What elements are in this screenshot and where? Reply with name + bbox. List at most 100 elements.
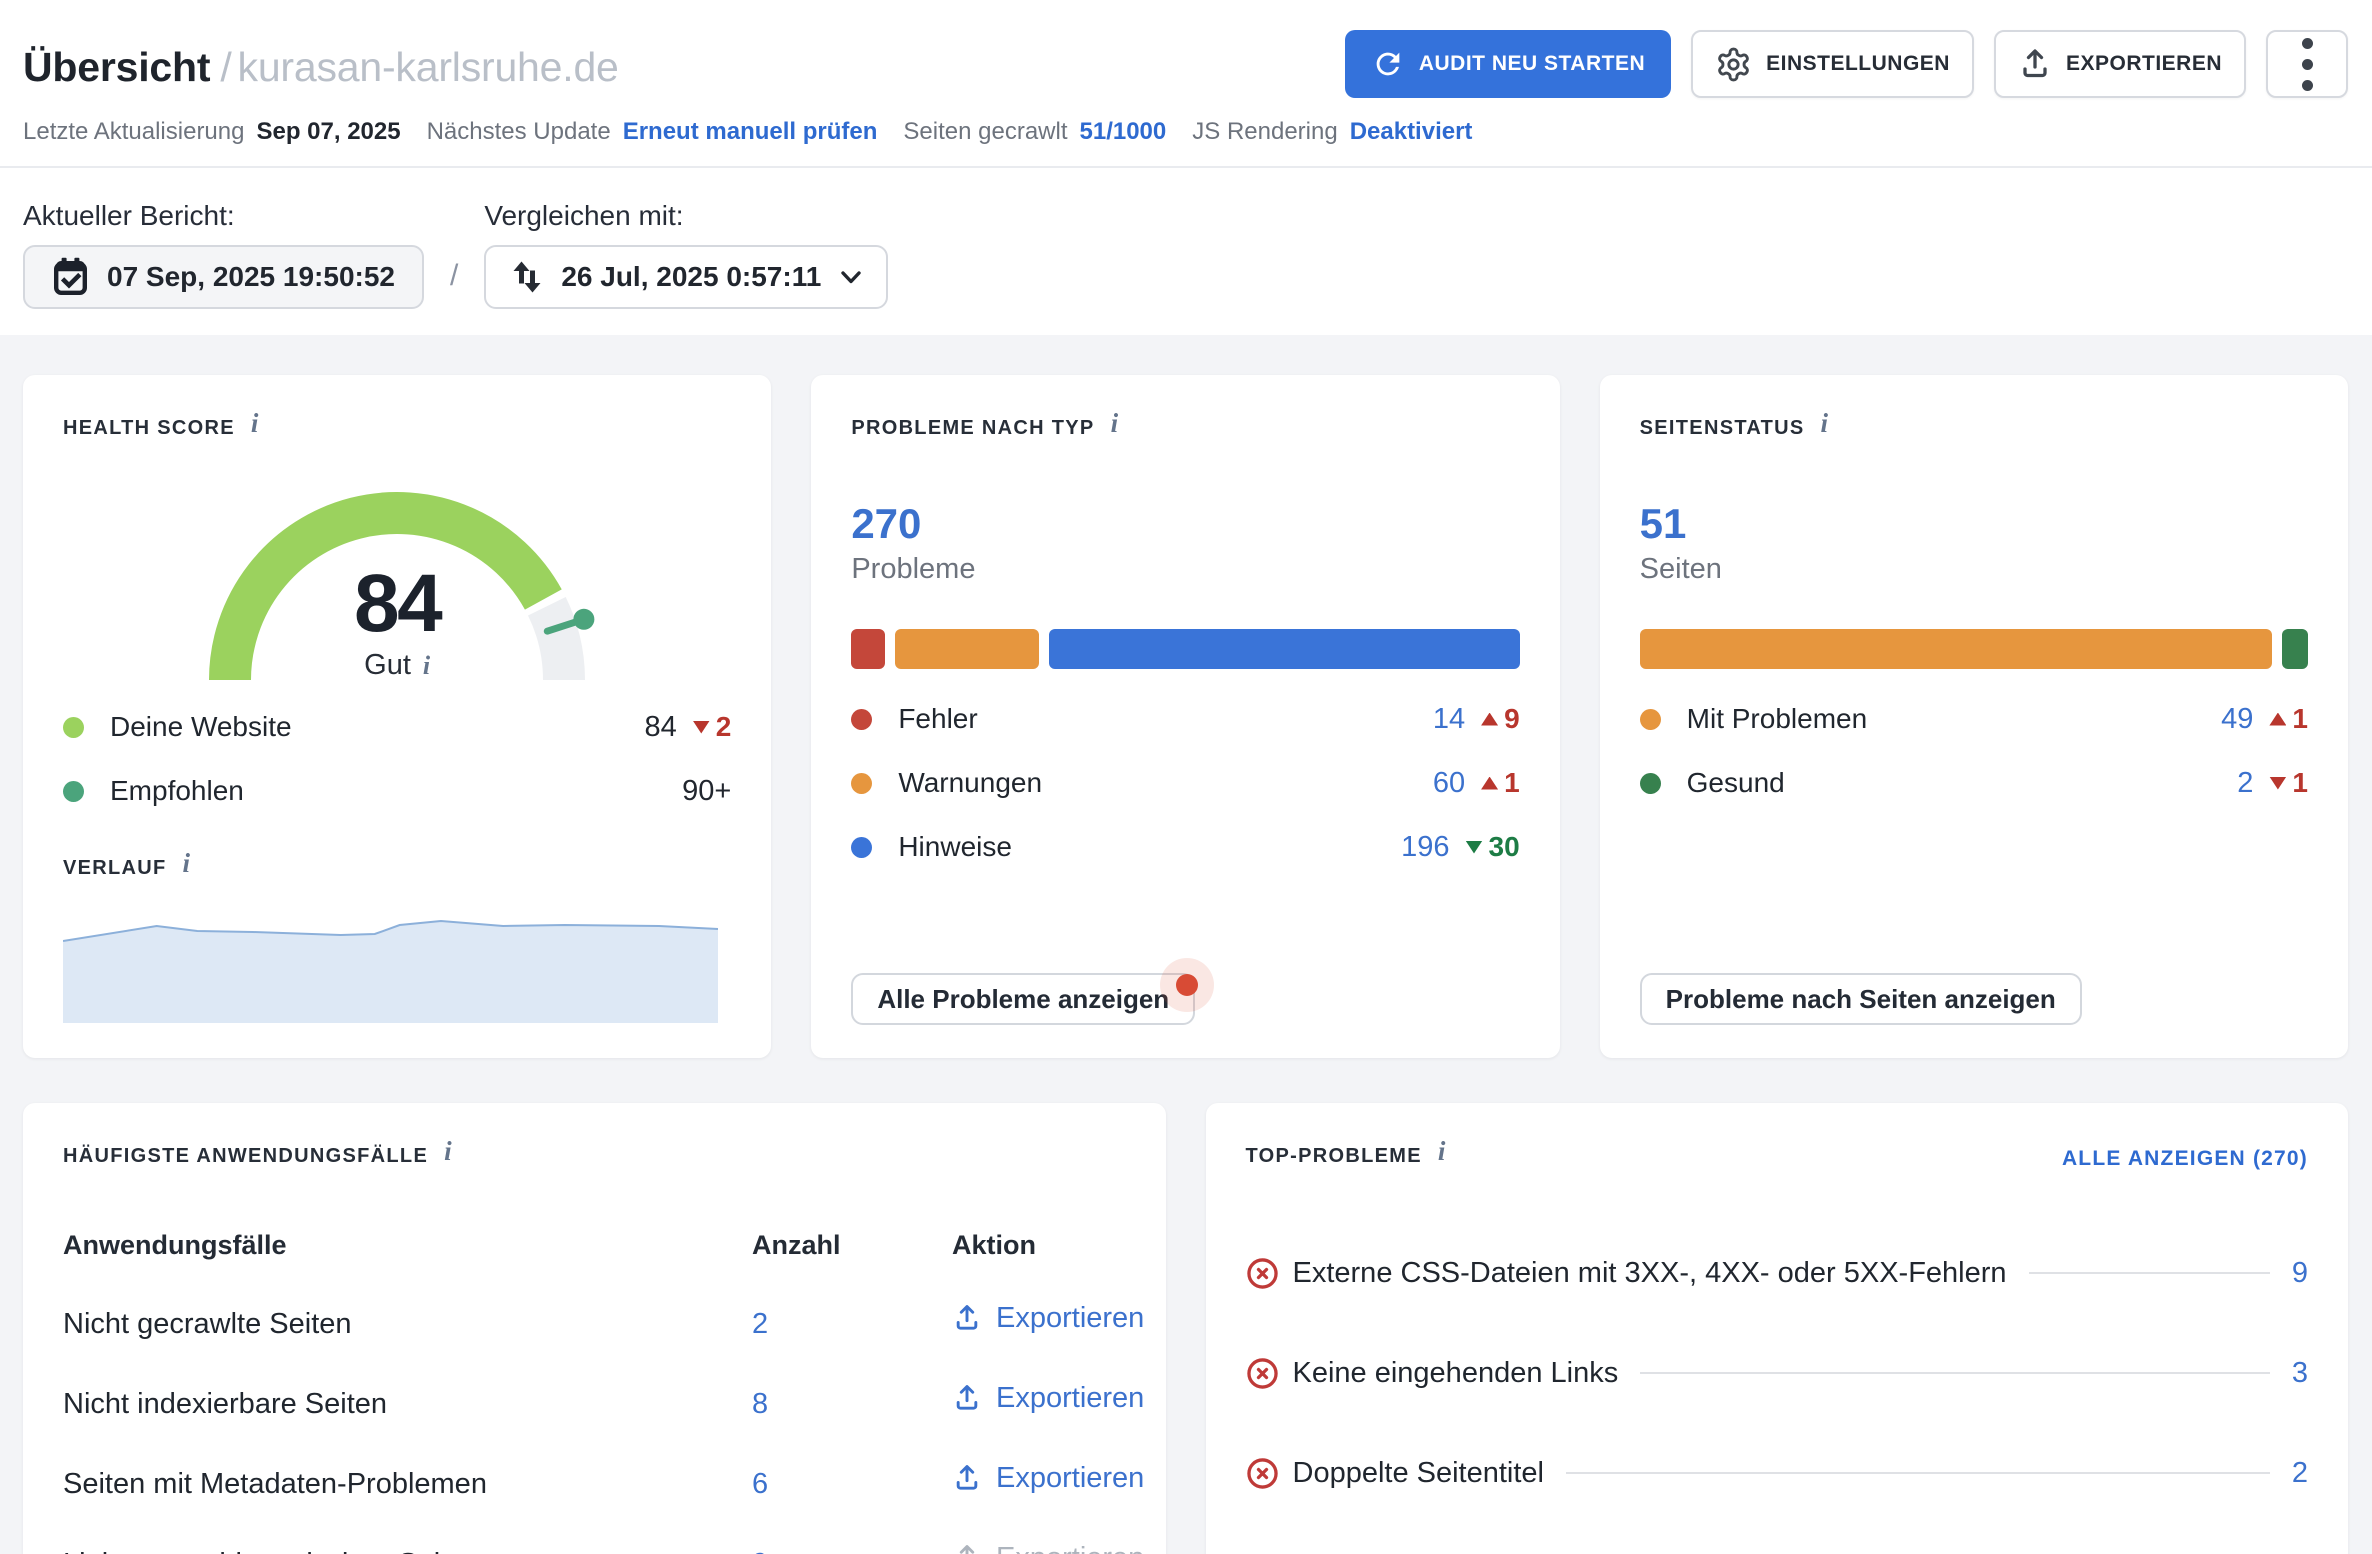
- bar-segment-fehler: [851, 629, 885, 669]
- top-issue-row: Externe CSS-Dateien mit 3XX-, 4XX- oder …: [1246, 1223, 2309, 1323]
- use-case-count-link[interactable]: 2: [752, 1308, 768, 1340]
- upload-icon: [952, 1303, 982, 1333]
- more-options-button[interactable]: [2266, 30, 2348, 98]
- triangle-up-icon: [1481, 777, 1498, 790]
- current-report-picker[interactable]: 07 Sep, 2025 19:50:52: [23, 245, 424, 309]
- info-icon[interactable]: i: [444, 1141, 452, 1161]
- pages-total[interactable]: 51: [1640, 500, 2308, 547]
- dashboard-content: HEALTH SCORE i 84 Guti Deine Website 84 …: [0, 335, 2372, 1554]
- top-issues-title: TOP-PROBLEME: [1246, 1145, 1422, 1168]
- refresh-icon: [1371, 47, 1405, 81]
- export-button[interactable]: EXPORTIEREN: [1994, 30, 2246, 98]
- settings-button[interactable]: EINSTELLUNGEN: [1691, 30, 1974, 98]
- calendar-icon: [52, 257, 89, 297]
- health-score-gauge: 84 Guti: [182, 445, 612, 695]
- legend-dot: [1640, 773, 1661, 794]
- export-link[interactable]: Exportieren: [952, 1542, 1144, 1554]
- leader-line: [1640, 1372, 2270, 1374]
- chevron-down-icon: [838, 264, 864, 290]
- health-score-title: HEALTH SCORE: [63, 417, 235, 440]
- current-report-value: 07 Sep, 2025 19:50:52: [107, 261, 395, 293]
- compare-report-picker[interactable]: 26 Jul, 2025 0:57:11: [484, 245, 888, 309]
- legend-dot: [851, 773, 872, 794]
- top-issue-label[interactable]: Keine eingehenden Links: [1293, 1357, 1619, 1390]
- use-cases-title: HÄUFIGSTE ANWENDUNGSFÄLLE: [63, 1145, 428, 1168]
- legend-row-warnungen: Warnungen601: [851, 751, 1519, 815]
- breadcrumb-project: kurasan-karlsruhe.de: [238, 44, 619, 90]
- pages-total-label: Seiten: [1640, 553, 2308, 586]
- triangle-down-icon: [1466, 841, 1483, 854]
- legend-dot: [851, 709, 872, 730]
- issues-total[interactable]: 270: [851, 500, 1519, 547]
- page-status-title: SEITENSTATUS: [1640, 417, 1805, 440]
- gauge-score-value: 84: [182, 571, 612, 637]
- meta-value-2[interactable]: 51/1000: [1080, 118, 1167, 145]
- meta-label-3: JS Rendering: [1192, 118, 1337, 145]
- compare-report-label: Vergleichen mit:: [484, 200, 888, 232]
- use-cases-header-row: Anwendungsfälle Anzahl Aktion: [63, 1230, 1126, 1261]
- meta-value-1[interactable]: Erneut manuell prüfen: [623, 118, 878, 145]
- upload-icon: [952, 1543, 982, 1554]
- use-case-count-link[interactable]: 6: [752, 1468, 768, 1500]
- top-issues-card: TOP-PROBLEME i ALLE ANZEIGEN (270) Exter…: [1206, 1103, 2349, 1554]
- health-score-card: HEALTH SCORE i 84 Guti Deine Website 84 …: [23, 375, 771, 1058]
- export-link[interactable]: Exportieren: [952, 1302, 1144, 1335]
- page-title: Übersicht/kurasan-karlsruhe.de: [23, 30, 619, 91]
- legend-dot: [851, 837, 872, 858]
- meta-label-0: Letzte Aktualisierung: [23, 118, 244, 145]
- meta-value-3[interactable]: Deaktiviert: [1350, 118, 1473, 145]
- use-case-label: Links zu problematischen Seiten: [63, 1548, 752, 1554]
- info-icon[interactable]: i: [1821, 413, 1829, 433]
- bar-segment-hinweise: [1049, 629, 1520, 669]
- info-icon[interactable]: i: [1438, 1141, 1446, 1161]
- triangle-up-icon: [1481, 713, 1498, 726]
- compare-report-value: 26 Jul, 2025 0:57:11: [561, 261, 821, 293]
- leader-line: [1566, 1472, 2270, 1474]
- settings-label: EINSTELLUNGEN: [1766, 52, 1950, 76]
- health-legend-row-recommended: Empfohlen 90+: [63, 759, 731, 823]
- bar-segment-warnungen: [895, 629, 1039, 669]
- gauge-label-text: Gut: [364, 649, 411, 681]
- issues-by-pages-button[interactable]: Probleme nach Seiten anzeigen: [1640, 973, 2082, 1025]
- recommended-dot: [63, 781, 84, 802]
- report-separator: /: [450, 259, 458, 293]
- restart-audit-label: AUDIT NEU STARTEN: [1419, 52, 1645, 76]
- issues-stacked-bar: [851, 629, 1519, 669]
- meta-label-2: Seiten gecrawlt: [903, 118, 1067, 145]
- export-link[interactable]: Exportieren: [952, 1382, 1144, 1415]
- top-issue-label[interactable]: Doppelte Seitentitel: [1293, 1457, 1545, 1490]
- use-case-count-link[interactable]: 8: [752, 1388, 768, 1420]
- kebab-icon: [2302, 38, 2313, 91]
- use-case-label: Nicht indexierbare Seiten: [63, 1388, 752, 1421]
- show-all-issues-button[interactable]: Alle Probleme anzeigen: [851, 973, 1195, 1025]
- top-issue-count[interactable]: 3: [2292, 1357, 2308, 1390]
- current-report-label: Aktueller Bericht:: [23, 200, 424, 232]
- info-icon[interactable]: i: [251, 413, 259, 433]
- top-issue-row: Keine eingehenden Links 3: [1246, 1323, 2309, 1423]
- info-icon[interactable]: i: [183, 853, 191, 873]
- use-case-row: Seiten mit Metadaten-Problemen6Exportier…: [63, 1462, 1126, 1502]
- history-area-chart: [63, 919, 718, 1023]
- audit-meta: Letzte Aktualisierung Sep 07, 2025 Nächst…: [23, 118, 2348, 146]
- status-stacked-bar: [1640, 629, 2308, 669]
- use-case-count-link[interactable]: 9: [752, 1548, 768, 1554]
- website-dot: [63, 717, 84, 738]
- legend-row-mit-problemen: Mit Problemen491: [1640, 687, 2308, 751]
- restart-audit-button[interactable]: AUDIT NEU STARTEN: [1345, 30, 1671, 98]
- info-icon[interactable]: i: [423, 651, 430, 680]
- page-status-card: SEITENSTATUS i 51 Seiten Mit Problemen49…: [1600, 375, 2348, 1058]
- meta-label-1: Nächstes Update: [427, 118, 611, 145]
- meta-value-0: Sep 07, 2025: [256, 118, 400, 145]
- upload-icon: [952, 1383, 982, 1413]
- breadcrumb-section: Übersicht: [23, 44, 210, 90]
- top-issue-label[interactable]: Externe CSS-Dateien mit 3XX-, 4XX- oder …: [1293, 1257, 2007, 1290]
- breadcrumb-separator: /: [220, 44, 231, 90]
- info-icon[interactable]: i: [1111, 413, 1119, 433]
- top-issue-count[interactable]: 2: [2292, 1457, 2308, 1490]
- legend-row-gesund: Gesund21: [1640, 751, 2308, 815]
- issues-by-type-card: PROBLEME NACH TYP i 270 Probleme Fehler1…: [811, 375, 1559, 1058]
- export-link[interactable]: Exportieren: [952, 1462, 1144, 1495]
- error-circle-x-icon: [1246, 1257, 1279, 1290]
- show-all-link[interactable]: ALLE ANZEIGEN (270): [2062, 1147, 2308, 1171]
- top-issue-count[interactable]: 9: [2292, 1257, 2308, 1290]
